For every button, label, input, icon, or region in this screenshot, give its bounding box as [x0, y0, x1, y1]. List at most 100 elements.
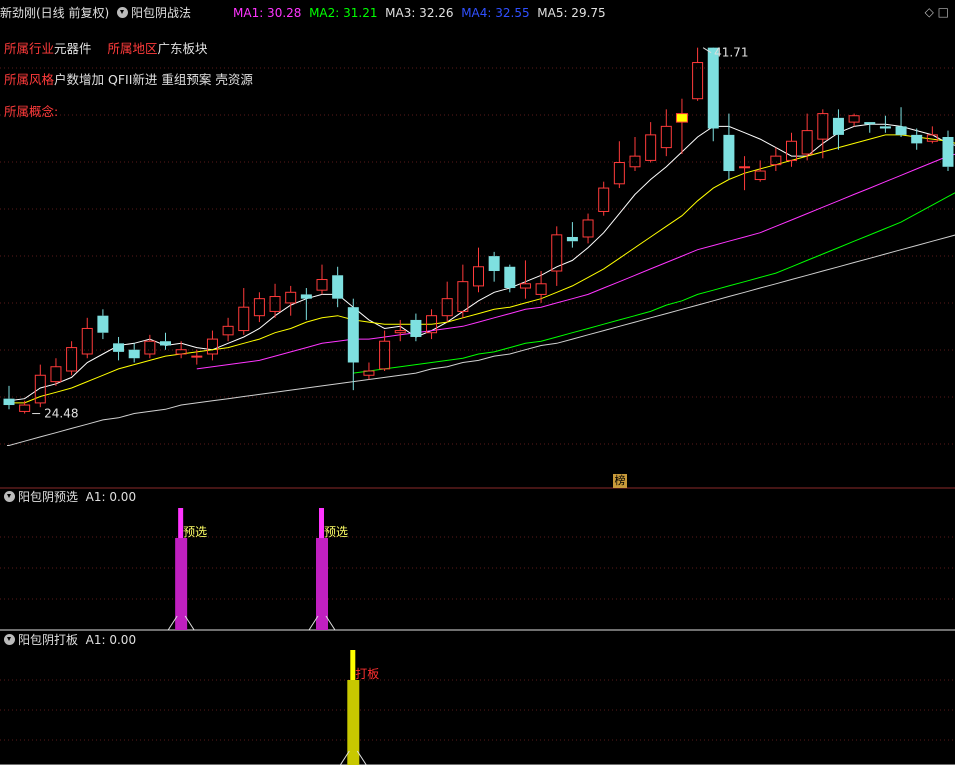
candle-body [707, 47, 719, 129]
candle-body [629, 155, 641, 168]
panel-preselect: 预选 预选 [0, 508, 955, 631]
candle [864, 122, 876, 133]
ma2-value: MA2: 31.21 [309, 6, 378, 20]
candle [347, 298, 359, 391]
candle-body [285, 291, 297, 304]
candle-body [582, 219, 594, 238]
ma5-value: MA5: 29.75 [537, 6, 606, 20]
candle [660, 109, 672, 157]
candle-body [864, 122, 876, 125]
indicator-name[interactable]: 阳包阴战法 [131, 6, 191, 20]
style-value: 户数增加 QFII新进 重组预案 壳资源 [54, 72, 253, 87]
concept-line: 所属概念: [4, 101, 58, 120]
candle [848, 113, 860, 127]
candle [926, 126, 938, 144]
panel3-value: A1: 0.00 [85, 633, 137, 647]
signal-body [347, 680, 360, 765]
low-label: 24.48 [44, 407, 78, 421]
candle [66, 341, 78, 376]
candle-body [942, 137, 954, 167]
panel2-title[interactable]: 阳包阴预选 [18, 490, 78, 504]
candle [253, 292, 265, 323]
candle-body [441, 298, 453, 317]
candle [238, 288, 250, 335]
candle [582, 213, 594, 244]
candle [34, 364, 46, 408]
candle [707, 47, 719, 142]
candle [519, 260, 531, 299]
annotations: 41.71 24.48 [32, 46, 748, 421]
ma-line-ma_green [353, 192, 955, 374]
signal-bar: 预选 [167, 508, 207, 631]
ma-line-ma_yellow [9, 134, 955, 404]
diamond-icon[interactable]: ◇ [925, 5, 934, 19]
candle [50, 358, 62, 386]
chevron-down-icon[interactable] [117, 7, 129, 18]
collapse-icon[interactable]: □ [938, 5, 949, 19]
candle [473, 247, 484, 293]
candle-body [128, 349, 140, 359]
candle-body [66, 347, 78, 372]
candle [97, 309, 109, 340]
panel3-header: 阳包阴打板 A1: 0.00 [0, 631, 136, 649]
candles [3, 47, 954, 414]
panel2-header: 阳包阴预选 A1: 0.00 [0, 488, 136, 506]
panel-breakout: 打板 [0, 650, 955, 765]
stock-name: 新劲刚(日线 前复权) [0, 6, 110, 20]
style-label: 所属风格 [4, 72, 55, 87]
ma-line-ma_gray [7, 234, 955, 446]
candle-body [895, 126, 907, 135]
candle-body [379, 340, 391, 370]
candle [300, 288, 312, 320]
ma1-value: MA1: 30.28 [233, 6, 302, 20]
high-label: 41.71 [714, 46, 748, 60]
candle [488, 251, 500, 282]
candle [394, 319, 406, 342]
candle [739, 156, 751, 191]
rank-badge[interactable]: 榜 [613, 474, 627, 488]
candle-body [81, 327, 93, 355]
chevron-down-icon[interactable] [4, 491, 15, 502]
chevron-down-icon[interactable] [4, 634, 15, 645]
candle-body [222, 325, 234, 336]
candle-body [675, 113, 688, 123]
candle-body [645, 134, 657, 161]
candle-body [817, 113, 829, 140]
signal-label: 预选 [324, 525, 348, 539]
candle-body [394, 330, 406, 334]
candle-body [911, 134, 923, 144]
candle-body [566, 236, 578, 242]
concept-label: 所属概念: [4, 104, 59, 119]
candle-body [113, 343, 125, 352]
candle-body [473, 266, 484, 287]
ma-line-ma_magenta [196, 153, 955, 370]
candle [770, 147, 782, 172]
candle [285, 285, 297, 316]
candle [832, 109, 844, 150]
industry-line: 所属行业元器件 所属地区广东板块 [4, 38, 207, 57]
candle [457, 264, 469, 318]
candle [566, 222, 578, 248]
candle-body [535, 283, 547, 295]
region-value: 广东板块 [157, 41, 208, 56]
candle-body [238, 306, 250, 332]
candle [410, 313, 422, 342]
candle-body [253, 298, 265, 317]
candle [504, 264, 516, 293]
region-label: 所属地区 [107, 41, 158, 56]
candle [113, 336, 125, 361]
candle-body [739, 166, 751, 169]
chart-canvas: 预选 预选 打板 41.71 24.48 [0, 46, 955, 765]
signal-bar: 预选 [308, 508, 348, 631]
candle [332, 266, 344, 308]
candle [629, 137, 641, 172]
style-line: 所属风格户数增加 QFII新进 重组预案 壳资源 [4, 69, 253, 88]
candle [441, 281, 453, 323]
candle [692, 47, 704, 101]
candle-body [848, 115, 860, 123]
candle-body [519, 283, 531, 289]
candle [535, 271, 547, 303]
panel3-title[interactable]: 阳包阴打板 [18, 633, 78, 647]
ma4-value: MA4: 32.55 [461, 6, 530, 20]
candle [598, 181, 610, 216]
